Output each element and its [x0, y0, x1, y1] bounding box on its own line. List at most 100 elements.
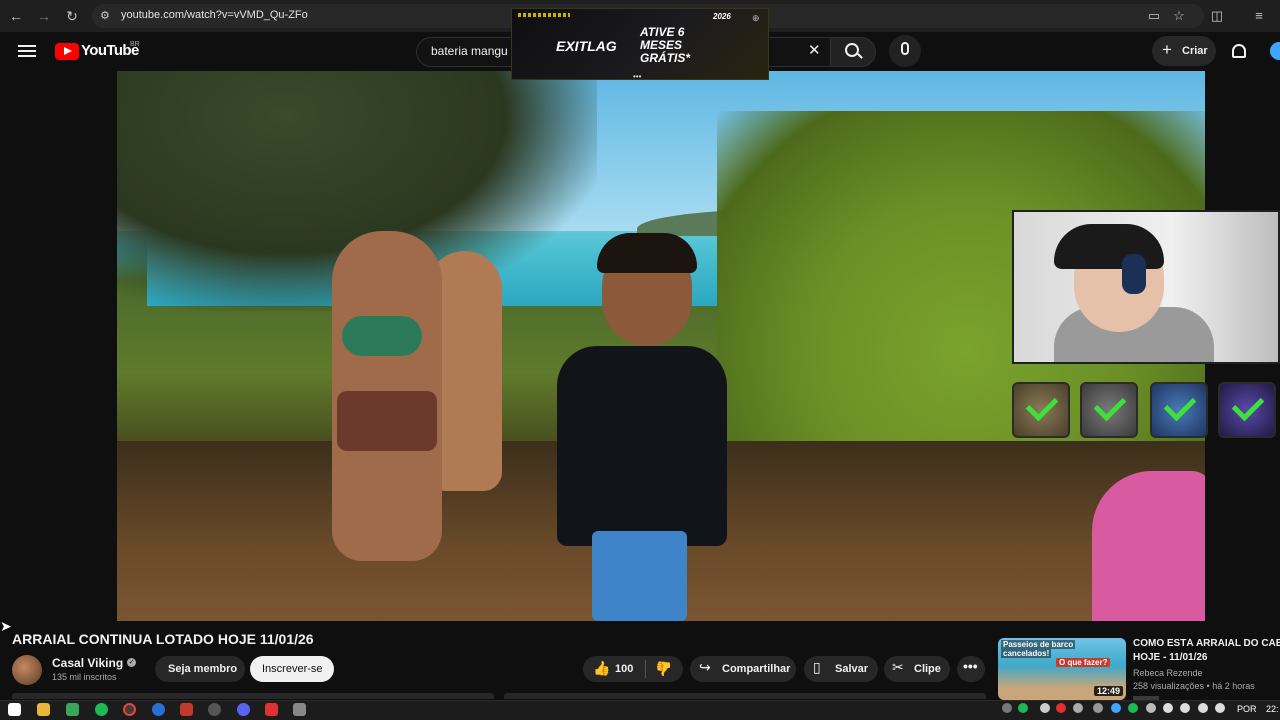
- video-frame-child-hair: [597, 233, 697, 273]
- goal-tile: [1150, 382, 1208, 438]
- create-label[interactable]: Criar: [1182, 45, 1208, 57]
- subscriber-count: 135 mil inscritos: [52, 672, 117, 682]
- facecam-headset: [1122, 254, 1146, 294]
- app-icon[interactable]: [180, 703, 193, 716]
- plus-icon[interactable]: +: [1162, 40, 1172, 60]
- app-icon[interactable]: [66, 703, 79, 716]
- ad-decoration: [518, 13, 570, 17]
- menu-icon[interactable]: ≡: [1249, 6, 1269, 26]
- tray-icon[interactable]: [1002, 703, 1012, 713]
- save-label[interactable]: Salvar: [835, 663, 868, 675]
- forward-icon[interactable]: →: [34, 6, 54, 26]
- url-text[interactable]: youtube.com/watch?v=vVMD_Qu-ZFo: [121, 9, 308, 21]
- tray-icon[interactable]: [1018, 703, 1028, 713]
- recommended-video-thumbnail[interactable]: Passeios de barco cancelados! O que faze…: [998, 638, 1126, 700]
- subscribe-label[interactable]: Inscrever-se: [262, 663, 323, 675]
- video-frame-clothing: [342, 316, 422, 356]
- share-label[interactable]: Compartilhar: [722, 663, 790, 675]
- join-member-label[interactable]: Seja membro: [168, 663, 237, 675]
- description-box[interactable]: [12, 693, 494, 699]
- like-count[interactable]: 100: [615, 663, 633, 675]
- video-frame-clothing: [337, 391, 437, 451]
- app-icon[interactable]: [208, 703, 221, 716]
- search-icon[interactable]: [845, 43, 859, 57]
- checkmark-icon: [1025, 388, 1059, 422]
- youtube-logo-icon[interactable]: [55, 43, 79, 60]
- site-info-icon[interactable]: ⚙: [100, 9, 110, 22]
- tray-icon[interactable]: [1146, 703, 1156, 713]
- goal-tile: [1218, 382, 1276, 438]
- tray-icon[interactable]: [1073, 703, 1083, 713]
- thumbnail-text: O que fazer?: [1056, 658, 1111, 667]
- tray-icon[interactable]: [1111, 703, 1121, 713]
- channel-avatar[interactable]: [12, 655, 42, 685]
- screen-cast-icon[interactable]: ▭: [1144, 6, 1164, 26]
- ad-close-icon[interactable]: ⊕: [752, 13, 760, 24]
- comments-box[interactable]: [504, 693, 986, 699]
- recommended-video-meta: 258 visualizações • há 2 horas: [1133, 681, 1255, 691]
- extensions-icon[interactable]: ◫: [1207, 6, 1227, 26]
- clock[interactable]: 22:: [1266, 704, 1279, 714]
- tray-icon[interactable]: [1056, 703, 1066, 713]
- hamburger-menu-icon[interactable]: [18, 42, 36, 60]
- ad-dots: •••: [633, 72, 642, 81]
- tray-icon[interactable]: [1128, 703, 1138, 713]
- video-frame-child: [557, 346, 727, 546]
- back-icon[interactable]: ←: [6, 6, 26, 26]
- microphone-icon[interactable]: [901, 42, 909, 55]
- thumbs-down-icon[interactable]: 👍: [655, 660, 672, 677]
- chrome-icon[interactable]: [123, 703, 136, 716]
- channel-name[interactable]: Casal Viking: [52, 656, 123, 670]
- like-divider: [645, 660, 646, 678]
- scissors-icon[interactable]: ✂: [892, 659, 904, 676]
- recommended-channel-name[interactable]: Rebeca Rezende: [1133, 668, 1203, 678]
- network-icon[interactable]: [1180, 703, 1190, 713]
- recommended-video-title[interactable]: HOJE - 11/01/26: [1133, 652, 1208, 663]
- search-input-value[interactable]: bateria mangu: [431, 44, 508, 58]
- spotify-icon[interactable]: [95, 703, 108, 716]
- tray-icon[interactable]: [1040, 703, 1050, 713]
- facecam-cap: [1054, 224, 1164, 269]
- video-duration: 12:49: [1094, 686, 1124, 696]
- tray-icon[interactable]: [1093, 703, 1103, 713]
- microphone-tray-icon[interactable]: [1163, 703, 1173, 713]
- thumbnail-text: Passeios de barco: [1001, 640, 1076, 649]
- exitlag-ad-banner[interactable]: EXITLAG ATIVE 6 MESES GRÁTIS* 2026 ⊕ •••: [511, 8, 769, 81]
- input-language[interactable]: POR: [1237, 704, 1257, 714]
- verified-check-icon: ✓: [127, 658, 136, 667]
- notifications-bell-icon[interactable]: [1232, 44, 1246, 58]
- video-frame-person-pink: [1092, 471, 1205, 621]
- account-avatar[interactable]: [1270, 42, 1280, 60]
- goal-tile: [1080, 382, 1138, 438]
- file-explorer-icon[interactable]: [37, 703, 50, 716]
- app-icon[interactable]: [265, 703, 278, 716]
- thumbnail-text: cancelados!: [1001, 649, 1052, 658]
- checkmark-icon: [1231, 388, 1265, 422]
- discord-icon[interactable]: [237, 703, 250, 716]
- ad-year: 2026: [713, 12, 731, 21]
- thumbs-up-icon[interactable]: 👍: [593, 660, 610, 677]
- streamer-facecam: [1012, 210, 1280, 364]
- clear-search-icon[interactable]: ✕: [808, 41, 821, 59]
- windows-start-icon[interactable]: [8, 703, 21, 716]
- video-frame-child-shorts: [592, 531, 687, 621]
- mouse-cursor-icon: ➤: [0, 618, 12, 634]
- app-icon[interactable]: [293, 703, 306, 716]
- video-title: ARRAIAL CONTINUA LOTADO HOJE 11/01/26: [12, 631, 314, 647]
- bookmark-star-icon[interactable]: ☆: [1169, 6, 1189, 26]
- ad-brand: EXITLAG: [556, 38, 617, 54]
- save-playlist-icon[interactable]: ▯: [813, 659, 821, 676]
- ad-cta: ATIVE 6 MESES GRÁTIS*: [640, 25, 691, 65]
- app-icon[interactable]: [152, 703, 165, 716]
- share-icon[interactable]: ↪: [699, 659, 711, 676]
- clip-label[interactable]: Clipe: [914, 663, 941, 675]
- checkmark-icon: [1093, 388, 1127, 422]
- recommended-video-title[interactable]: COMO ESTÁ ARRAIAL DO CABO: [1133, 638, 1280, 649]
- checkmark-icon: [1163, 388, 1197, 422]
- battery-icon[interactable]: [1215, 703, 1225, 713]
- more-horizontal-icon[interactable]: •••: [963, 658, 978, 674]
- volume-icon[interactable]: [1198, 703, 1208, 713]
- region-code: BR: [130, 41, 140, 48]
- goal-tile: [1012, 382, 1070, 438]
- reload-icon[interactable]: ↻: [62, 6, 82, 26]
